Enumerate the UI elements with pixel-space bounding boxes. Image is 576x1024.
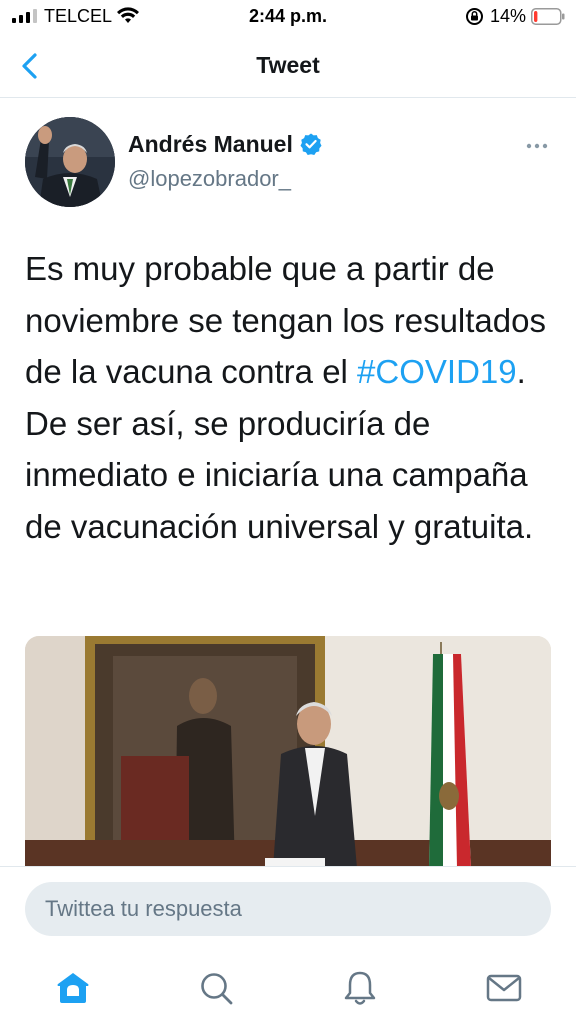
- notifications-icon[interactable]: [340, 968, 380, 1008]
- reply-bar: [0, 866, 576, 950]
- page-title: Tweet: [256, 52, 320, 78]
- status-bar: TELCEL 2:44 p.m. 14%: [0, 0, 576, 34]
- verified-badge-icon: [300, 133, 322, 155]
- battery-percent: 14%: [490, 6, 527, 26]
- reply-input[interactable]: [25, 882, 551, 936]
- hashtag-link[interactable]: #COVID19: [357, 353, 517, 390]
- home-icon[interactable]: [53, 968, 93, 1008]
- author-handle[interactable]: @lopezobrador_: [128, 166, 291, 192]
- tweet-media-image[interactable]: [25, 636, 551, 868]
- messages-icon[interactable]: [484, 968, 524, 1008]
- bottom-tab-bar: [0, 950, 576, 1024]
- avatar[interactable]: [25, 117, 115, 207]
- tweet-text: Es muy probable que a partir de noviembr…: [25, 243, 560, 552]
- search-icon[interactable]: [196, 968, 236, 1008]
- navigation-bar: Tweet: [0, 34, 576, 98]
- rotation-lock-icon: [466, 8, 483, 25]
- battery-icon: [531, 8, 565, 25]
- more-horizontal-icon[interactable]: [522, 136, 552, 156]
- author-name[interactable]: Andrés Manuel: [128, 131, 323, 158]
- author-name-text[interactable]: Andrés Manuel: [128, 131, 293, 157]
